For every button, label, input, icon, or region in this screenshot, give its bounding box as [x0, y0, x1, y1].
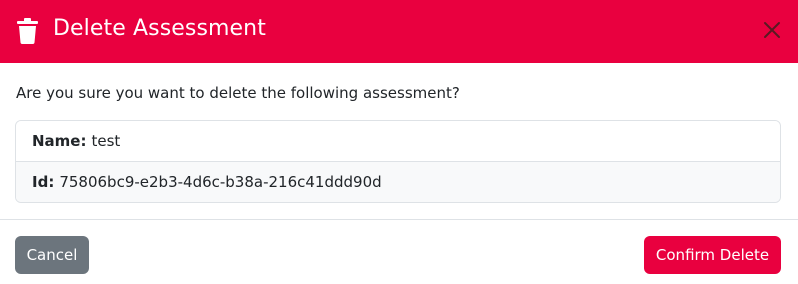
trash-icon — [17, 18, 38, 44]
modal-title: Delete Assessment — [53, 16, 266, 41]
assessment-details: Name: test Id: 75806bc9-e2b3-4d6c-b38a-2… — [15, 120, 781, 203]
detail-value-name: test — [91, 132, 121, 150]
footer-divider — [0, 219, 798, 220]
detail-row-name: Name: test — [16, 121, 780, 162]
detail-row-id: Id: 75806bc9-e2b3-4d6c-b38a-216c41ddd90d — [16, 162, 780, 202]
close-icon[interactable] — [762, 20, 782, 40]
confirm-delete-button[interactable]: Confirm Delete — [644, 236, 781, 274]
detail-label-id: Id: — [32, 173, 55, 191]
detail-value-id: 75806bc9-e2b3-4d6c-b38a-216c41ddd90d — [59, 173, 382, 191]
detail-label-name: Name: — [32, 132, 87, 150]
delete-assessment-modal: Delete Assessment Are you sure you want … — [0, 0, 798, 284]
confirmation-prompt: Are you sure you want to delete the foll… — [16, 84, 460, 102]
modal-header: Delete Assessment — [0, 0, 798, 63]
cancel-button[interactable]: Cancel — [15, 236, 89, 274]
modal-body: Are you sure you want to delete the foll… — [0, 63, 798, 219]
